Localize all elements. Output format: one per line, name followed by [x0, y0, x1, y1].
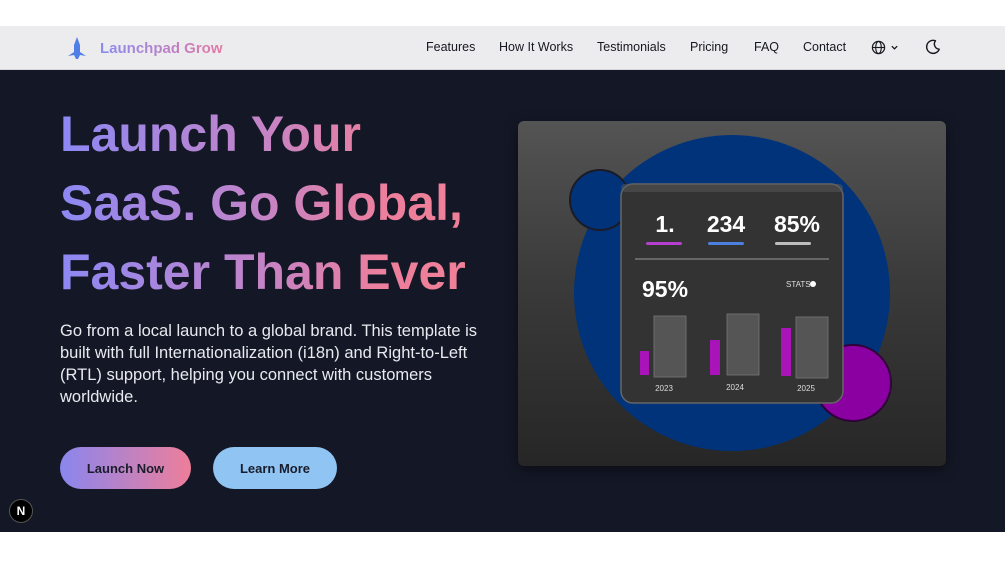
chevron-down-icon — [891, 45, 898, 50]
nav-link-pricing[interactable]: Pricing — [690, 40, 728, 54]
hero-section: Launch Your SaaS. Go Global, Faster Than… — [0, 70, 1005, 532]
year-label-2023: 2023 — [655, 384, 673, 393]
stat-underline-2 — [708, 242, 744, 245]
card-top-highlight — [621, 184, 843, 192]
bar-magenta-2024 — [710, 340, 720, 375]
stat-underline-3 — [775, 242, 811, 245]
year-label-2024: 2024 — [726, 383, 744, 392]
hero-headline: Launch Your SaaS. Go Global, Faster Than… — [60, 100, 490, 307]
bar-magenta-2025 — [781, 328, 791, 376]
nav-link-testimonials[interactable]: Testimonials — [597, 40, 666, 54]
bar-magenta-2023 — [640, 351, 649, 375]
nav-link-features[interactable]: Features — [426, 40, 475, 54]
navbar: Launchpad Grow Features How It Works Tes… — [0, 26, 1005, 70]
stats-label: STATS — [786, 280, 811, 289]
nav-link-how-it-works[interactable]: How It Works — [499, 40, 573, 54]
nav-link-faq[interactable]: FAQ — [754, 40, 779, 54]
theme-toggle[interactable] — [925, 39, 941, 60]
hero-illustration: 1. 234 85% 95% STATS 2023 2024 2025 — [518, 121, 946, 466]
big-stat-value: 95% — [642, 276, 688, 302]
dashboard-graphic: 1. 234 85% 95% STATS 2023 2024 2025 — [569, 135, 892, 451]
bar-gray-2024 — [726, 313, 760, 376]
nav-links: Features How It Works Testimonials Prici… — [0, 26, 1005, 70]
bar-gray-2025 — [795, 316, 829, 379]
headline-line-1: Launch Your — [60, 100, 490, 169]
stat-underline-1 — [646, 242, 682, 245]
globe-icon — [871, 40, 886, 55]
moon-icon — [925, 39, 940, 55]
learn-more-button[interactable]: Learn More — [213, 447, 337, 489]
stat-value-3: 85% — [774, 211, 820, 237]
stat-value-2: 234 — [707, 211, 746, 237]
dev-tools-badge[interactable]: N — [9, 499, 33, 523]
language-selector[interactable] — [871, 40, 899, 55]
stat-value-1: 1. — [655, 211, 674, 237]
nav-link-contact[interactable]: Contact — [803, 40, 846, 54]
headline-line-3: Faster Than Ever — [60, 238, 490, 307]
launch-now-button[interactable]: Launch Now — [60, 447, 191, 489]
headline-line-2: SaaS. Go Global, — [60, 169, 490, 238]
bar-gray-2023 — [653, 315, 687, 378]
stats-dot — [810, 281, 816, 287]
year-label-2025: 2025 — [797, 384, 815, 393]
hero-subtitle: Go from a local launch to a global brand… — [60, 322, 478, 406]
page: Launchpad Grow Features How It Works Tes… — [0, 0, 1005, 565]
